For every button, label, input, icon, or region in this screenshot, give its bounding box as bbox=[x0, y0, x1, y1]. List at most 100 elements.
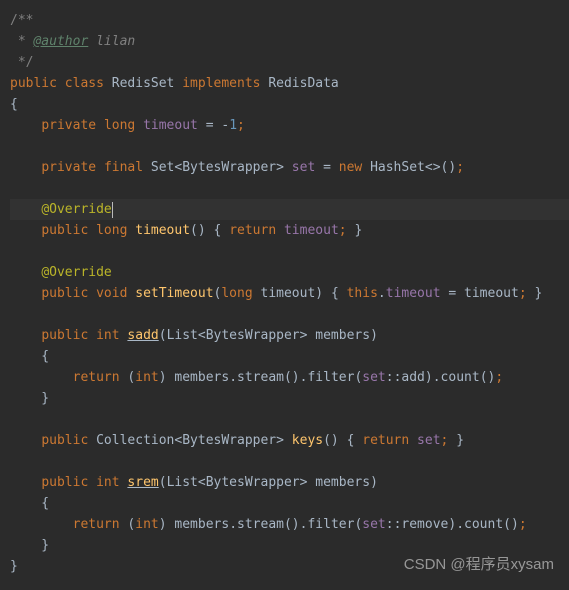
kw-public: public bbox=[41, 328, 96, 343]
doc-star: * bbox=[10, 34, 33, 49]
method-name: sadd bbox=[127, 328, 158, 343]
semi: ; bbox=[339, 223, 355, 238]
code-line: public int srem(List<BytesWrapper> membe… bbox=[10, 472, 569, 493]
code-line: private long timeout = -1; bbox=[10, 115, 569, 136]
cursor bbox=[112, 202, 113, 218]
field-name: set bbox=[292, 160, 315, 175]
code-line bbox=[10, 451, 569, 472]
kw-this: this bbox=[347, 286, 378, 301]
type-set: Set bbox=[151, 160, 174, 175]
type-hashset: HashSet bbox=[370, 160, 425, 175]
code-line: public Collection<BytesWrapper> keys() {… bbox=[10, 430, 569, 451]
brace: { bbox=[214, 223, 230, 238]
method-name: setTimeout bbox=[135, 286, 213, 301]
paren: ) bbox=[370, 475, 378, 490]
param: timeout bbox=[261, 286, 316, 301]
annotation-override: @Override bbox=[41, 265, 111, 280]
code-line: { bbox=[10, 346, 569, 367]
method: stream bbox=[237, 370, 284, 385]
lt: < bbox=[198, 328, 206, 343]
indent bbox=[10, 328, 41, 343]
indent bbox=[10, 160, 41, 175]
semi: ; bbox=[519, 517, 527, 532]
code-line: public void setTimeout(long timeout) { t… bbox=[10, 283, 569, 304]
dot: . bbox=[229, 370, 237, 385]
method: count bbox=[441, 370, 480, 385]
indent bbox=[10, 433, 41, 448]
field: set bbox=[362, 370, 385, 385]
field-name: timeout bbox=[143, 118, 198, 133]
kw-private: private bbox=[41, 118, 104, 133]
ref: :: bbox=[386, 370, 402, 385]
gt: > bbox=[300, 328, 316, 343]
code-line bbox=[10, 304, 569, 325]
method: filter bbox=[307, 517, 354, 532]
lt: < bbox=[198, 475, 206, 490]
field: set bbox=[362, 517, 385, 532]
method: filter bbox=[307, 370, 354, 385]
kw-public: public bbox=[10, 76, 65, 91]
method: count bbox=[464, 517, 503, 532]
code-line: return (int) members.stream().filter(set… bbox=[10, 514, 569, 535]
field: timeout bbox=[386, 286, 441, 301]
param: members bbox=[315, 328, 370, 343]
semi: ; bbox=[441, 433, 457, 448]
doc-close: */ bbox=[10, 55, 33, 70]
type-bw: BytesWrapper bbox=[182, 433, 276, 448]
indent bbox=[10, 517, 73, 532]
dot: . bbox=[433, 370, 441, 385]
eq: = bbox=[441, 286, 464, 301]
eq: = bbox=[198, 118, 221, 133]
class-name: RedisSet bbox=[112, 76, 182, 91]
code-line: */ bbox=[10, 52, 569, 73]
field: timeout bbox=[284, 223, 339, 238]
parens: () bbox=[503, 517, 519, 532]
paren: ) bbox=[370, 328, 378, 343]
dot: . bbox=[229, 517, 237, 532]
brace: { bbox=[10, 349, 49, 364]
code-line bbox=[10, 409, 569, 430]
code-line: * @author lilan bbox=[10, 31, 569, 52]
gt: > bbox=[276, 160, 292, 175]
kw-public: public bbox=[41, 475, 96, 490]
kw-long: long bbox=[221, 286, 260, 301]
code-line: public class RedisSet implements RedisDa… bbox=[10, 73, 569, 94]
indent bbox=[10, 370, 73, 385]
brace: } bbox=[534, 286, 542, 301]
val: timeout bbox=[464, 286, 519, 301]
type-bw: BytesWrapper bbox=[206, 328, 300, 343]
author-tag: @author bbox=[33, 34, 88, 49]
indent bbox=[10, 118, 41, 133]
kw-return: return bbox=[73, 370, 128, 385]
kw-return: return bbox=[73, 517, 128, 532]
parens: () bbox=[284, 370, 300, 385]
kw-implements: implements bbox=[182, 76, 268, 91]
kw-public: public bbox=[41, 223, 96, 238]
author-name: lilan bbox=[88, 34, 135, 49]
var: members bbox=[174, 517, 229, 532]
brace: } bbox=[10, 391, 49, 406]
doc-open: /** bbox=[10, 13, 33, 28]
gt: > bbox=[300, 475, 316, 490]
kw-int: int bbox=[135, 370, 158, 385]
code-editor[interactable]: /** * @author lilan */ public class Redi… bbox=[0, 0, 569, 587]
code-line bbox=[10, 178, 569, 199]
semi: ; bbox=[456, 160, 464, 175]
code-line: } bbox=[10, 388, 569, 409]
kw-int: int bbox=[135, 517, 158, 532]
kw-class: class bbox=[65, 76, 112, 91]
paren: ) bbox=[315, 286, 331, 301]
num: 1 bbox=[229, 118, 237, 133]
var: members bbox=[174, 370, 229, 385]
indent bbox=[10, 265, 41, 280]
method: remove bbox=[401, 517, 448, 532]
kw-final: final bbox=[104, 160, 151, 175]
ref: :: bbox=[386, 517, 402, 532]
code-line: } bbox=[10, 535, 569, 556]
parens: () bbox=[480, 370, 496, 385]
brace: } bbox=[10, 559, 18, 574]
kw-new: new bbox=[339, 160, 370, 175]
iface-name: RedisData bbox=[268, 76, 338, 91]
code-line: { bbox=[10, 94, 569, 115]
code-line: private final Set<BytesWrapper> set = ne… bbox=[10, 157, 569, 178]
